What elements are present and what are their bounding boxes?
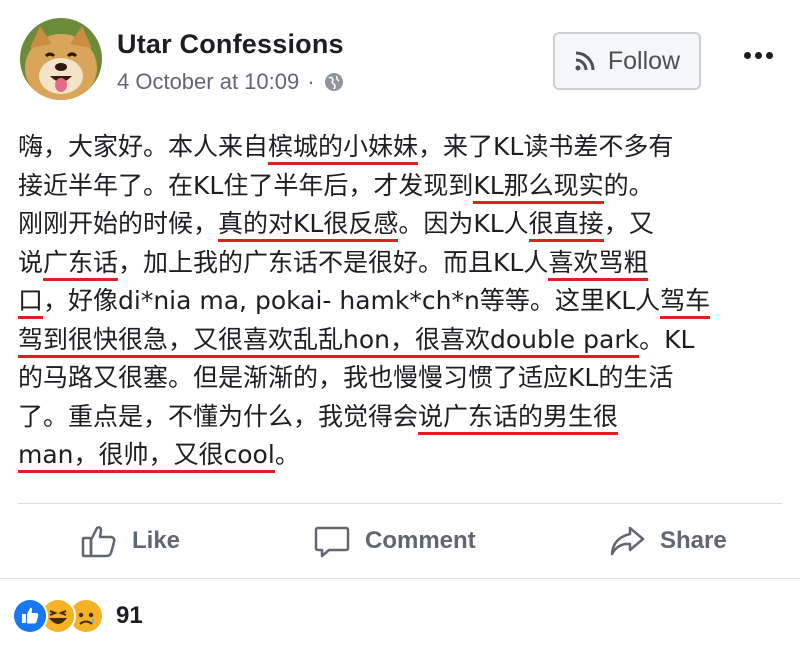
post-text-line: 口，好像di*nia ma, pokai- hamk*ch*n等等。这里KL人驾… [18, 282, 788, 321]
underlined-phrase: 驾车 [660, 286, 711, 319]
underlined-phrase: 广东话 [43, 247, 119, 281]
like-label: Like [132, 527, 181, 554]
share-icon [610, 526, 645, 556]
text-segment: ，好像di*nia ma, pokai- hamk*ch*n等等。这里KL人 [43, 286, 661, 315]
post-actions: Like Comment Share [0, 512, 800, 570]
text-segment: 刚刚开始的时候， [18, 209, 219, 238]
comment-icon [314, 526, 350, 558]
text-segment: 的马路又很塞。但是渐渐的，我也慢慢习惯了适应KL的生活 [18, 363, 674, 392]
underlined-phrase: 驾到很快很急，又很喜欢乱乱hon，很喜欢double park [18, 324, 640, 358]
post-text-line: 的马路又很塞。但是渐渐的，我也慢慢习惯了适应KL的生活 [18, 359, 788, 398]
post-text-line: 说广东话，加上我的广东话不是很好。而且KL人喜欢骂粗 [18, 244, 788, 283]
underlined-phrase: 很直接 [528, 209, 604, 242]
follow-button[interactable]: Follow [553, 32, 701, 90]
facebook-post: Utar Confessions 4 October at 10:09 · Fo… [0, 0, 800, 650]
underlined-phrase: 口 [18, 286, 44, 319]
post-text-line: 接近半年了。在KL住了半年后，才发现到KL那么现实的。 [18, 167, 788, 206]
reaction-count: 91 [116, 602, 143, 629]
dog-avatar-icon [20, 18, 102, 100]
text-segment: 了。重点是，不懂为什么，我觉得会 [18, 401, 419, 431]
post-text-line: 刚刚开始的时候，真的对KL很反感。因为KL人很直接，又 [18, 205, 788, 244]
comment-button[interactable]: Comment [313, 512, 476, 570]
post-meta: 4 October at 10:09 · [117, 69, 345, 95]
share-button[interactable]: Share [608, 512, 727, 570]
post-text-line: 驾到很快很急，又很喜欢乱乱hon，很喜欢double park。KL [18, 321, 788, 360]
post-text-line: 嗨，大家好。本人来自槟城的小妹妹，来了KL读书差不多有 [18, 128, 788, 167]
divider [0, 578, 800, 579]
post-timestamp[interactable]: 4 October at 10:09 [117, 69, 299, 95]
post-text-line: man，很帅，又很cool。 [18, 436, 788, 475]
post-body: 嗨，大家好。本人来自槟城的小妹妹，来了KL读书差不多有 接近半年了。在KL住了半年… [18, 128, 788, 475]
underlined-phrase: 喜欢骂粗 [548, 247, 649, 281]
thumbs-up-icon [81, 526, 116, 558]
underlined-phrase: 真的对KL很反感 [218, 209, 399, 242]
follow-label: Follow [607, 46, 681, 75]
text-segment: 说 [18, 247, 44, 277]
text-segment: ，加上我的广东话不是很好。而且KL人 [118, 247, 549, 277]
like-button[interactable]: Like [80, 512, 180, 570]
underlined-phrase: man，很帅，又很cool [18, 440, 275, 473]
page-name[interactable]: Utar Confessions [117, 29, 344, 60]
text-segment: 。 [274, 440, 300, 469]
text-segment: 。因为KL人 [398, 209, 529, 238]
divider [18, 503, 782, 504]
text-segment: 接近半年了。在KL住了半年后，才发现到 [18, 170, 474, 200]
post-text-line: 了。重点是，不懂为什么，我觉得会说广东话的男生很 [18, 398, 788, 437]
more-options-icon[interactable] [738, 40, 778, 70]
page-avatar[interactable] [20, 18, 102, 100]
like-reaction-icon [12, 598, 48, 634]
comment-label: Comment [365, 527, 476, 554]
underlined-phrase: KL那么现实 [473, 170, 604, 204]
text-segment: 。KL [639, 324, 695, 354]
meta-separator: · [307, 69, 315, 94]
text-segment: ，又 [603, 209, 654, 238]
text-segment: 嗨，大家好。本人来自 [18, 132, 269, 161]
text-segment: 的。 [603, 170, 654, 200]
globe-icon [323, 71, 345, 93]
underlined-phrase: 说广东话的男生很 [418, 401, 619, 435]
share-label: Share [660, 527, 727, 554]
reactions-summary[interactable]: 91 [12, 598, 143, 634]
underlined-phrase: 槟城的小妹妹 [268, 132, 419, 165]
text-segment: ，来了KL读书差不多有 [418, 132, 674, 161]
rss-icon [575, 51, 595, 71]
